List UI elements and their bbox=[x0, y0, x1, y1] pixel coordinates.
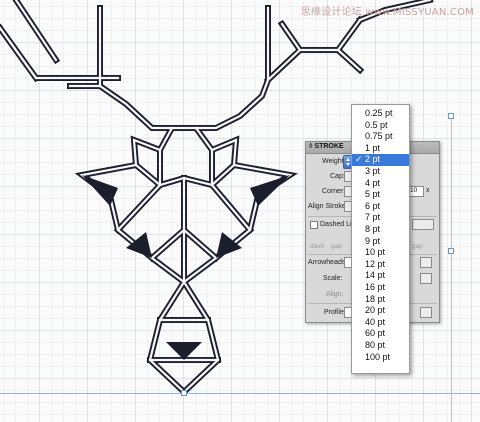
weight-option[interactable]: 100 pt bbox=[352, 352, 409, 364]
arrow-align-label: Align: bbox=[326, 291, 344, 298]
gap-label: gap bbox=[331, 243, 342, 250]
weight-option-label: 0.75 pt bbox=[365, 131, 393, 142]
corner-label: Corner: bbox=[322, 188, 346, 195]
weight-option-label: 40 pt bbox=[365, 316, 386, 327]
weight-option-label: 9 pt bbox=[365, 235, 381, 246]
weight-option-label: 100 pt bbox=[365, 351, 391, 362]
weight-option-label: 1 pt bbox=[365, 142, 381, 153]
weight-option-label: 0.5 pt bbox=[365, 119, 388, 130]
vertical-guide-line[interactable] bbox=[451, 116, 452, 422]
weight-option[interactable]: 0.75 pt bbox=[352, 131, 409, 143]
weight-option[interactable]: 18 pt bbox=[352, 294, 409, 306]
guide-anchor-point[interactable] bbox=[448, 248, 454, 254]
weight-option[interactable]: 16 pt bbox=[352, 282, 409, 294]
weight-option[interactable]: 60 pt bbox=[352, 328, 409, 340]
flip-profile-button[interactable] bbox=[420, 307, 432, 318]
gap-label-2: gap bbox=[412, 243, 423, 250]
weight-option[interactable]: 3 pt bbox=[352, 166, 409, 178]
weight-option[interactable]: 12 pt bbox=[352, 259, 409, 271]
weight-option-label: 8 pt bbox=[365, 224, 381, 234]
stroke-panel-title: ◊ STROKE bbox=[309, 143, 344, 150]
weight-option-label: 14 pt bbox=[365, 270, 386, 281]
guide-anchor-point[interactable] bbox=[448, 113, 454, 119]
weight-option-label: 60 pt bbox=[365, 328, 386, 339]
corner-unit-label: x bbox=[426, 187, 430, 194]
weight-option[interactable]: 8 pt bbox=[352, 224, 409, 236]
weight-option[interactable]: 7 pt bbox=[352, 212, 409, 224]
weight-option-label: 6 pt bbox=[365, 200, 381, 211]
weight-option[interactable]: 10 pt bbox=[352, 247, 409, 259]
weight-option-label: 5 pt bbox=[365, 189, 381, 200]
horizontal-guide-line[interactable] bbox=[0, 393, 480, 394]
swap-arrowheads-button[interactable] bbox=[420, 257, 432, 268]
weight-option-label: 2 pt bbox=[365, 154, 381, 165]
weight-option-label: 0.25 pt bbox=[365, 108, 393, 118]
weight-option[interactable]: 0.5 pt bbox=[352, 120, 409, 132]
weight-option-label: 4 pt bbox=[365, 177, 381, 188]
dash-label: dash bbox=[310, 243, 325, 250]
weight-option[interactable]: 80 pt bbox=[352, 340, 409, 352]
weight-option-label: 18 pt bbox=[365, 293, 386, 304]
weight-option-label: 80 pt bbox=[365, 340, 386, 350]
weight-option[interactable]: 9 pt bbox=[352, 236, 409, 248]
link-scale-button[interactable] bbox=[420, 273, 432, 284]
weight-option[interactable]: 4 pt bbox=[352, 178, 409, 190]
weight-option-label: 7 pt bbox=[365, 212, 381, 223]
weight-option[interactable]: 20 pt bbox=[352, 305, 409, 317]
weight-option[interactable]: 0.25 pt bbox=[352, 108, 409, 120]
dashed-line-checkbox[interactable] bbox=[310, 221, 318, 229]
corner-limit-value: 10 bbox=[410, 187, 418, 194]
weight-option[interactable]: 5 pt bbox=[352, 189, 409, 201]
right-ear-fill bbox=[250, 175, 290, 206]
weight-dropdown-menu[interactable]: 0.25 pt 0.5 pt 0.75 pt 1 pt ✓ 2 pt 3 pt 4 pt 5 p… bbox=[351, 104, 410, 374]
cap-label: Cap: bbox=[330, 173, 345, 180]
right-eye-fill bbox=[216, 232, 242, 258]
weight-option[interactable]: 6 pt bbox=[352, 201, 409, 213]
guide-anchor-point[interactable] bbox=[181, 390, 187, 396]
watermark-text: 思缘设计论坛 www.MISSYUAN.COM bbox=[300, 7, 474, 18]
dash-align-corners-button[interactable] bbox=[412, 219, 434, 230]
weight-option-label: 3 pt bbox=[365, 166, 381, 176]
scale-label: Scale: bbox=[323, 275, 343, 282]
left-eye-fill bbox=[126, 232, 152, 258]
weight-option[interactable]: ✓ 2 pt bbox=[352, 154, 409, 166]
corner-limit-field[interactable]: 10 bbox=[408, 186, 424, 197]
align-stroke-label: Align Stroke: bbox=[308, 203, 348, 210]
checkmark-icon: ✓ bbox=[355, 154, 363, 165]
weight-option-label: 20 pt bbox=[365, 305, 386, 316]
weight-option-label: 10 pt bbox=[365, 247, 386, 258]
weight-option-label: 16 pt bbox=[365, 282, 386, 292]
weight-option[interactable]: 1 pt bbox=[352, 143, 409, 155]
arrowheads-label: Arrowheads: bbox=[308, 259, 348, 266]
weight-option-label: 12 pt bbox=[365, 258, 386, 269]
weight-option[interactable]: 14 pt bbox=[352, 270, 409, 282]
profile-label: Profile: bbox=[324, 309, 346, 316]
weight-option[interactable]: 40 pt bbox=[352, 317, 409, 329]
